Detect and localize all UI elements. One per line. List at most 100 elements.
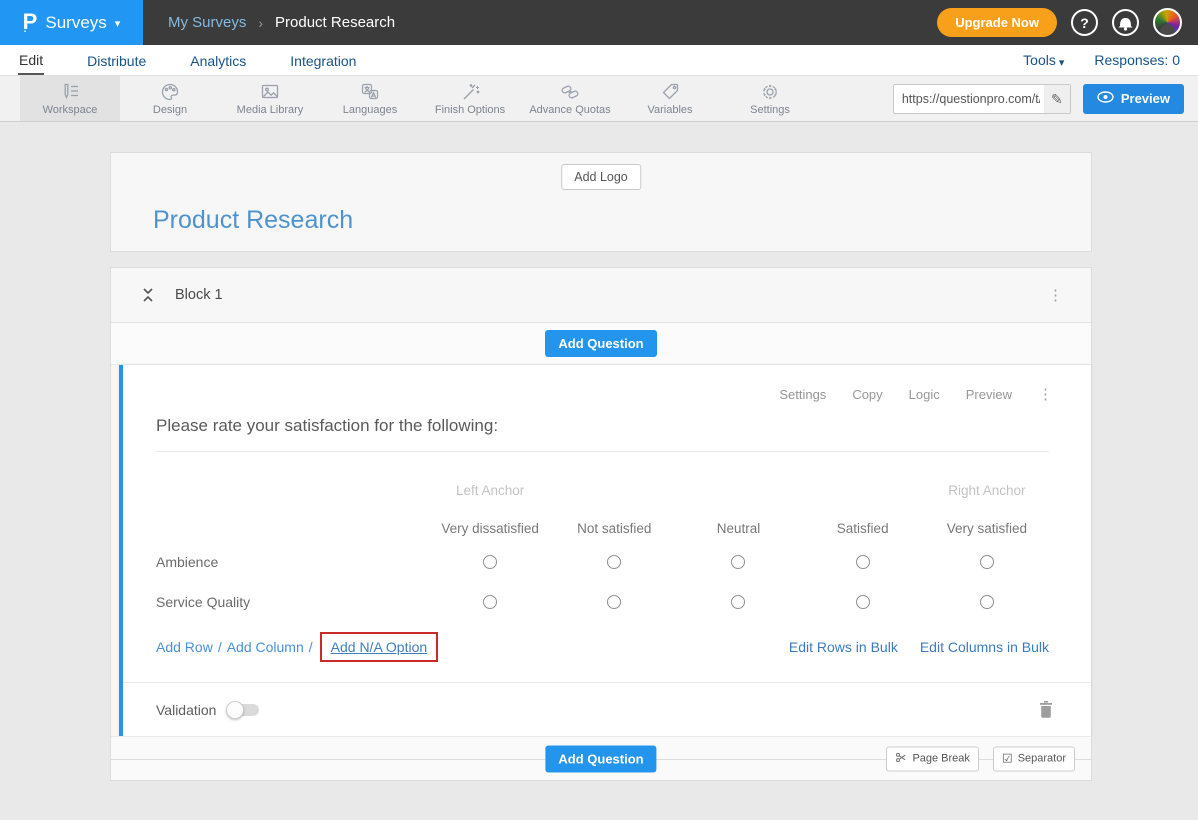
- radio-button[interactable]: [483, 555, 497, 569]
- radio-button[interactable]: [980, 595, 994, 609]
- radio-button[interactable]: [607, 595, 621, 609]
- add-logo-button[interactable]: Add Logo: [561, 164, 641, 190]
- add-column-link[interactable]: Add Column: [227, 639, 304, 655]
- checkbox-checked-icon: ☑: [1002, 752, 1013, 766]
- survey-url-box: ✎: [893, 84, 1071, 114]
- validation-toggle[interactable]: [228, 704, 259, 716]
- question-text[interactable]: Please rate your satisfaction for the fo…: [156, 416, 1049, 436]
- app-switcher[interactable]: P. Surveys ▾: [0, 0, 143, 45]
- toolbar-item-variables[interactable]: Variables: [620, 76, 720, 121]
- add-row-link[interactable]: Add Row: [156, 639, 213, 655]
- topbar: P. Surveys ▾ My Surveys › Product Resear…: [0, 0, 1198, 45]
- question-menu: Settings Copy Logic Preview ⋮: [123, 365, 1091, 402]
- survey-editor-canvas: Add Logo Product Research Block 1 ⋮ Add …: [0, 122, 1198, 781]
- edit-rows-in-bulk-link[interactable]: Edit Rows in Bulk: [789, 639, 898, 655]
- column-header[interactable]: Neutral: [676, 502, 800, 542]
- matrix-table: Left Anchor Right Anchor Very dissatisfi…: [156, 456, 1049, 622]
- notifications-bell-icon[interactable]: [1112, 9, 1139, 36]
- edit-columns-in-bulk-link[interactable]: Edit Columns in Bulk: [920, 639, 1049, 655]
- breadcrumb-my-surveys[interactable]: My Surveys: [168, 14, 246, 31]
- row-label[interactable]: Service Quality: [156, 582, 428, 622]
- eye-icon: [1097, 91, 1114, 106]
- block-card: Block 1 ⋮ Add Question Settings Copy Log…: [110, 267, 1092, 781]
- tab-distribute[interactable]: Distribute: [86, 47, 147, 74]
- product-name: Surveys: [45, 13, 106, 33]
- question-preview-link[interactable]: Preview: [966, 387, 1012, 402]
- radio-button[interactable]: [731, 555, 745, 569]
- breadcrumb-current-survey: Product Research: [275, 14, 395, 31]
- toolbar-item-advance-quotas[interactable]: Advance Quotas: [520, 76, 620, 121]
- radio-button[interactable]: [856, 595, 870, 609]
- column-header[interactable]: Satisfied: [801, 502, 925, 542]
- toolbar-item-languages[interactable]: Languages: [320, 76, 420, 121]
- validation-label: Validation: [156, 702, 216, 718]
- row-label[interactable]: Ambience: [156, 542, 428, 582]
- page-break-button[interactable]: Page Break: [886, 746, 978, 771]
- edit-url-pencil-icon[interactable]: ✎: [1044, 85, 1070, 113]
- radio-button[interactable]: [483, 595, 497, 609]
- palette-icon: [159, 82, 181, 102]
- responses-count[interactable]: Responses: 0: [1094, 52, 1180, 68]
- workspace-icon: [59, 82, 81, 102]
- user-avatar[interactable]: [1153, 8, 1182, 37]
- breadcrumb: My Surveys › Product Research: [168, 0, 395, 45]
- block-header: Block 1 ⋮: [111, 268, 1091, 323]
- main-nav: Edit Distribute Analytics Integration To…: [0, 45, 1198, 76]
- gear-icon: [759, 82, 781, 102]
- image-icon: [259, 82, 281, 102]
- block-footer: Add Question Page Break ☑ Separator: [111, 736, 1091, 780]
- toolbar-item-media-library[interactable]: Media Library: [220, 76, 320, 121]
- question-copy-link[interactable]: Copy: [852, 387, 882, 402]
- question-menu-dots-icon[interactable]: ⋮: [1038, 387, 1053, 402]
- radio-button[interactable]: [856, 555, 870, 569]
- add-na-option-link[interactable]: Add N/A Option: [331, 639, 428, 655]
- add-question-button-top[interactable]: Add Question: [545, 330, 656, 357]
- validation-row: Validation: [123, 682, 1091, 736]
- survey-url-input[interactable]: [894, 92, 1044, 106]
- toolbar-item-workspace[interactable]: Workspace: [20, 76, 120, 121]
- help-icon[interactable]: ?: [1071, 9, 1098, 36]
- toolbar-item-settings[interactable]: Settings: [720, 76, 820, 121]
- add-question-button-bottom[interactable]: Add Question: [545, 745, 656, 772]
- column-header[interactable]: Not satisfied: [552, 502, 676, 542]
- column-header[interactable]: Very satisfied: [925, 502, 1049, 542]
- radio-button[interactable]: [607, 555, 621, 569]
- caret-down-icon: ▾: [1059, 57, 1065, 69]
- editor-toolbar: Workspace Design Media Library Languages…: [0, 76, 1198, 122]
- toolbar-item-finish-options[interactable]: Finish Options: [420, 76, 520, 121]
- delete-question-trash-icon[interactable]: [1039, 701, 1053, 718]
- separator-button[interactable]: ☑ Separator: [993, 746, 1075, 771]
- chevron-right-icon: ›: [258, 15, 263, 31]
- caret-down-icon: ▾: [115, 17, 121, 30]
- survey-title[interactable]: Product Research: [153, 206, 353, 235]
- chain-link-icon: [559, 82, 581, 102]
- translate-icon: [359, 82, 381, 102]
- question-logic-link[interactable]: Logic: [909, 387, 940, 402]
- upgrade-now-button[interactable]: Upgrade Now: [937, 8, 1057, 37]
- column-header[interactable]: Very dissatisfied: [428, 502, 552, 542]
- survey-header-card: Add Logo Product Research: [110, 152, 1092, 252]
- question-settings-link[interactable]: Settings: [779, 387, 826, 402]
- question-card: Settings Copy Logic Preview ⋮ Please rat…: [119, 365, 1091, 736]
- left-anchor-label[interactable]: Left Anchor: [428, 456, 552, 502]
- magic-wand-icon: [459, 82, 481, 102]
- tab-edit[interactable]: Edit: [18, 46, 44, 75]
- tag-icon: [659, 82, 681, 102]
- tab-integration[interactable]: Integration: [289, 47, 357, 74]
- block-menu-dots-icon[interactable]: ⋮: [1048, 288, 1063, 303]
- tools-menu[interactable]: Tools▾: [1023, 52, 1064, 68]
- questionpro-logo-icon: P.: [23, 11, 38, 33]
- preview-button[interactable]: Preview: [1083, 84, 1184, 114]
- block-title[interactable]: Block 1: [175, 287, 223, 303]
- right-anchor-label[interactable]: Right Anchor: [925, 456, 1049, 502]
- matrix-edit-links: Add Row / Add Column / Add N/A Option Ed…: [156, 632, 1049, 662]
- add-question-strip-top: Add Question: [111, 323, 1091, 365]
- annotation-highlight-box: Add N/A Option: [320, 632, 439, 662]
- scissors-icon: [895, 751, 907, 766]
- collapse-block-icon[interactable]: [141, 287, 155, 303]
- radio-button[interactable]: [731, 595, 745, 609]
- tab-analytics[interactable]: Analytics: [189, 47, 247, 74]
- radio-button[interactable]: [980, 555, 994, 569]
- divider: [156, 451, 1049, 452]
- toolbar-item-design[interactable]: Design: [120, 76, 220, 121]
